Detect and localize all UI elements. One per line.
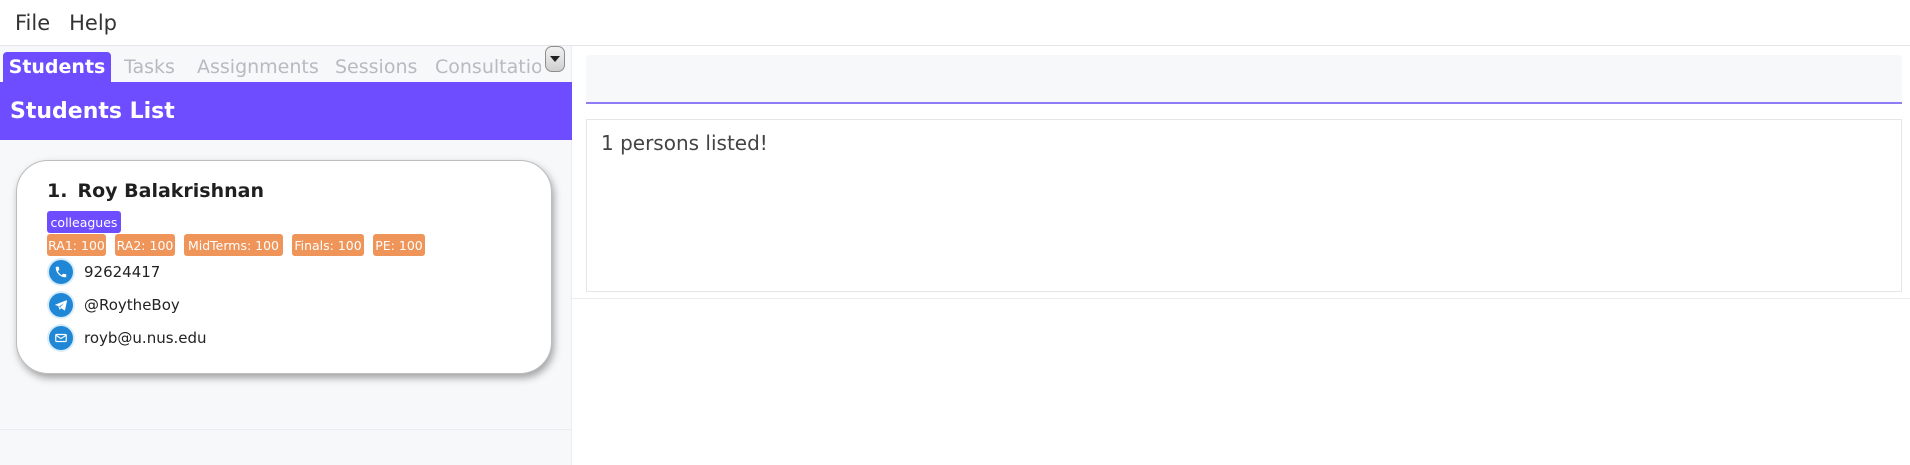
grade-tag-finals: Finals: 100	[292, 234, 364, 256]
email-icon	[49, 326, 73, 350]
tab-sessions[interactable]: Sessions	[335, 52, 417, 82]
divider	[572, 298, 1910, 299]
group-tags: colleagues	[47, 211, 527, 233]
email-address: royb@u.nus.edu	[84, 329, 207, 347]
tab-consultations[interactable]: Consultations	[435, 52, 541, 82]
grade-tag-ra2: RA2: 100	[115, 234, 175, 256]
tab-bar: Students Tasks Assignments Sessions Cons…	[0, 46, 572, 82]
menu-bar: File Help	[0, 0, 1910, 46]
right-pane: 1 persons listed!	[572, 46, 1910, 465]
phone-row: 92624417	[49, 258, 160, 286]
phone-number: 92624417	[84, 263, 161, 281]
chevron-down-icon	[550, 56, 560, 62]
grade-tag-ra1: RA1: 100	[47, 234, 106, 256]
left-pane: Students Tasks Assignments Sessions Cons…	[0, 46, 572, 465]
tab-students[interactable]: Students	[3, 52, 111, 82]
student-name: Roy Balakrishnan	[77, 180, 265, 202]
phone-icon	[49, 260, 73, 284]
command-input[interactable]	[586, 55, 1902, 102]
grade-tag-pe: PE: 100	[373, 234, 425, 256]
tag-colleagues: colleagues	[47, 211, 121, 233]
grade-tag-midterms: MidTerms: 100	[184, 234, 283, 256]
tab-overflow-button[interactable]	[545, 46, 565, 72]
student-index: 1.	[47, 180, 68, 202]
menu-help[interactable]: Help	[54, 11, 117, 35]
student-card[interactable]: 1. Roy Balakrishnan colleagues RA1: 100 …	[16, 160, 552, 374]
grade-tags: RA1: 100 RA2: 100 MidTerms: 100 Finals: …	[47, 234, 527, 256]
tab-tasks[interactable]: Tasks	[124, 52, 175, 82]
students-list[interactable]: 1. Roy Balakrishnan colleagues RA1: 100 …	[0, 140, 571, 430]
student-name-row: 1. Roy Balakrishnan	[47, 180, 264, 202]
students-list-header: Students List	[0, 82, 572, 140]
tab-assignments[interactable]: Assignments	[197, 52, 319, 82]
result-message: 1 persons listed!	[601, 131, 768, 155]
result-display: 1 persons listed!	[586, 119, 1902, 292]
menu-file[interactable]: File	[0, 11, 50, 35]
telegram-row: @RoytheBoy	[49, 291, 180, 319]
telegram-icon	[49, 293, 73, 317]
email-row: royb@u.nus.edu	[49, 324, 207, 352]
command-box	[586, 55, 1902, 104]
telegram-handle: @RoytheBoy	[84, 296, 180, 314]
